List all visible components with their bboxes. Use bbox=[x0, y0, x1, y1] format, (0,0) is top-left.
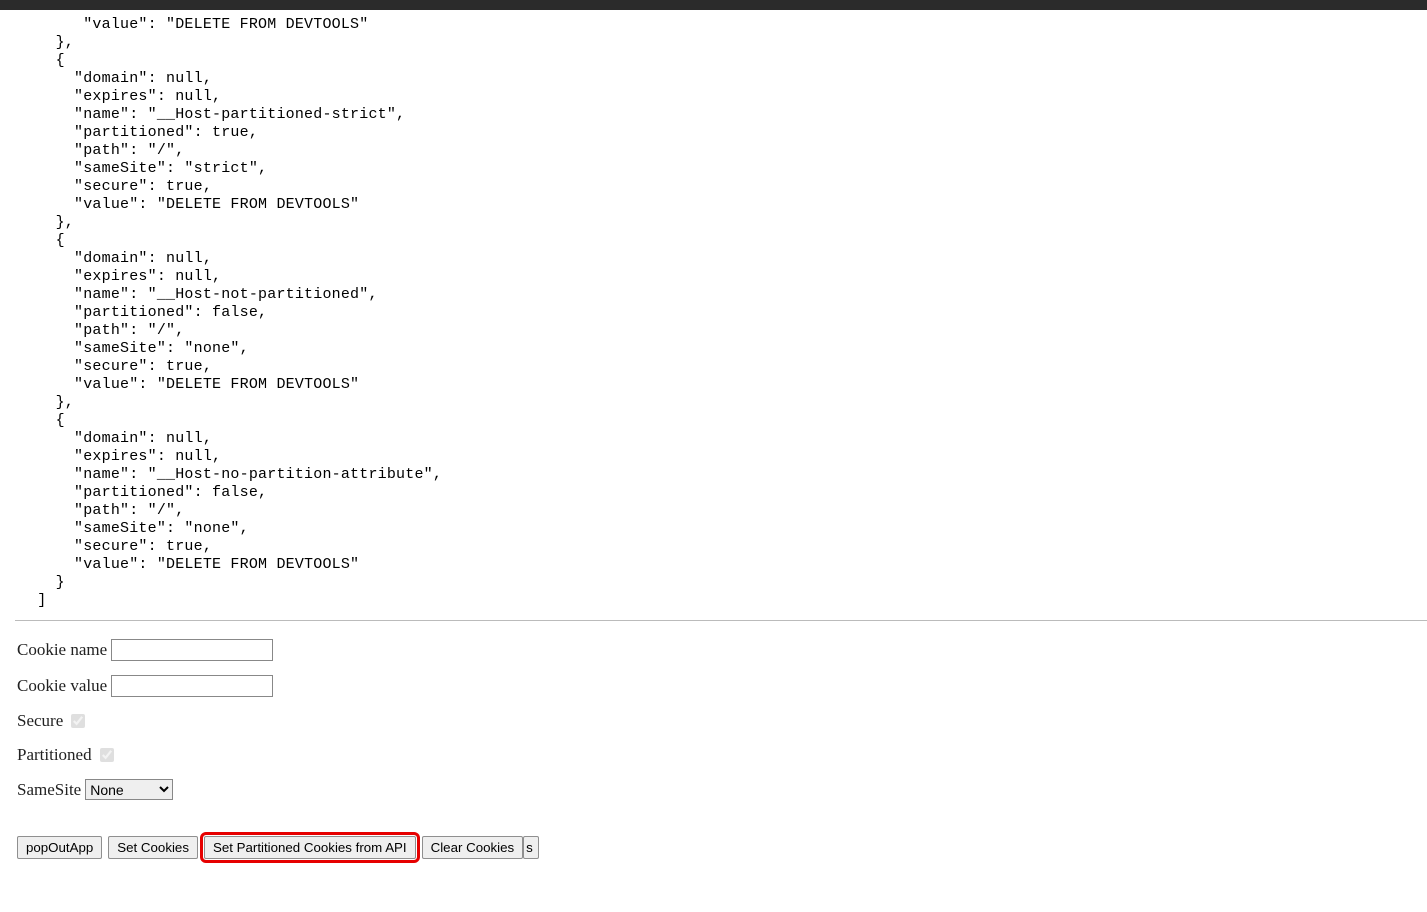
buttons-row: popOutApp Set Cookies Set Partitioned Co… bbox=[0, 824, 1427, 869]
secure-label: Secure bbox=[17, 711, 63, 731]
partitioned-label: Partitioned bbox=[17, 745, 92, 765]
samesite-label: SameSite bbox=[17, 780, 81, 800]
set-cookies-button[interactable]: Set Cookies bbox=[108, 836, 198, 859]
cookie-form: Cookie name Cookie value Secure Partitio… bbox=[0, 621, 1427, 824]
set-partitioned-cookies-button[interactable]: Set Partitioned Cookies from API bbox=[204, 836, 416, 859]
cookie-value-input[interactable] bbox=[111, 675, 273, 697]
samesite-row: SameSite None bbox=[17, 779, 1411, 800]
json-output: "value": "DELETE FROM DEVTOOLS" }, { "do… bbox=[0, 10, 1427, 620]
popout-app-button[interactable]: popOutApp bbox=[17, 836, 102, 859]
button-fragment[interactable]: s bbox=[523, 836, 539, 859]
clear-cookies-button[interactable]: Clear Cookies bbox=[422, 836, 524, 859]
samesite-select[interactable]: None bbox=[85, 779, 173, 800]
cookie-name-input[interactable] bbox=[111, 639, 273, 661]
secure-checkbox[interactable] bbox=[71, 714, 85, 728]
cookie-value-row: Cookie value bbox=[17, 675, 1411, 697]
cookie-name-label: Cookie name bbox=[17, 640, 107, 660]
page-content: "value": "DELETE FROM DEVTOOLS" }, { "do… bbox=[0, 10, 1427, 869]
cookie-name-row: Cookie name bbox=[17, 639, 1411, 661]
partitioned-checkbox[interactable] bbox=[100, 748, 114, 762]
partitioned-row: Partitioned bbox=[17, 745, 1411, 765]
cookie-value-label: Cookie value bbox=[17, 676, 107, 696]
secure-row: Secure bbox=[17, 711, 1411, 731]
browser-top-bar bbox=[0, 0, 1427, 10]
